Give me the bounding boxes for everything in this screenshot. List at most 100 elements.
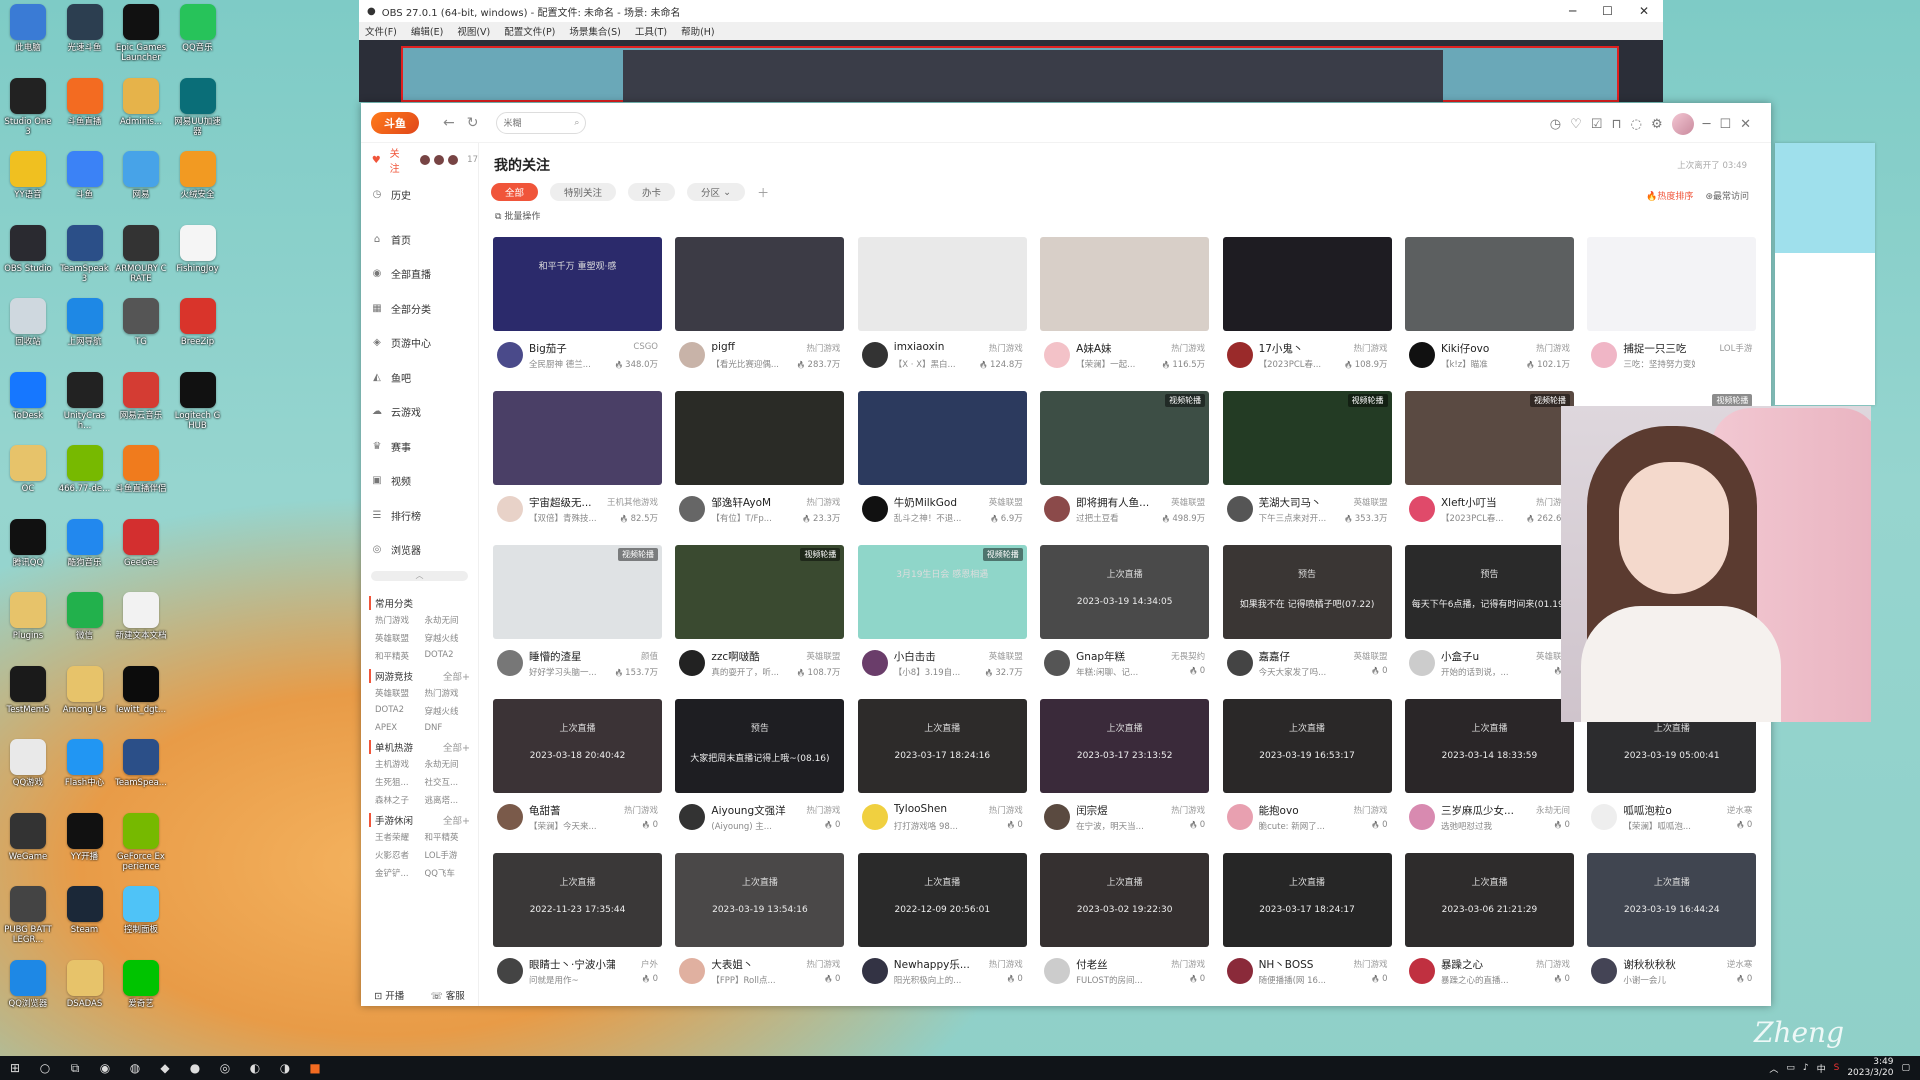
- stream-thumbnail[interactable]: [675, 237, 845, 331]
- streamer-name[interactable]: 呱呱泡粒o: [1623, 803, 1709, 818]
- streamer-avatar[interactable]: [679, 342, 706, 368]
- streamer-name[interactable]: Xleft小叮当: [1441, 495, 1527, 510]
- stream-card[interactable]: 上次直播 2023-03-17 23:13:52 闰宗煜 热门游戏 在宁波，明天当...…: [1040, 699, 1210, 843]
- desktop-icon[interactable]: UnityCrash...: [59, 371, 111, 431]
- desktop-icon[interactable]: 光速斗鱼: [59, 4, 111, 53]
- desktop-icon[interactable]: 斗鱼直播: [59, 77, 111, 127]
- sidebar-collapse-icon[interactable]: ︿: [371, 571, 468, 581]
- stream-card[interactable]: 视频轮播芜湖大司马丶英雄联盟下午三点来对开... 353.3万: [1222, 391, 1392, 535]
- desktop-icon[interactable]: 网易: [115, 151, 167, 200]
- desktop-icon[interactable]: QQ游戏: [2, 739, 54, 788]
- streamer-avatar[interactable]: [861, 342, 888, 368]
- stream-thumbnail[interactable]: [1222, 237, 1392, 331]
- desktop-icon[interactable]: FishingJoy: [172, 224, 224, 274]
- stream-thumbnail[interactable]: 上次直播 2023-03-19 14:34:05: [1040, 545, 1210, 639]
- stream-card[interactable]: 上次直播 2023-03-17 18:24:17 NH丶BOSS 热门游戏 随便播播(网…: [1222, 853, 1392, 997]
- stream-card[interactable]: 牛奶MilkGod 英雄联盟乱斗之神！不退... 6.9万: [857, 391, 1027, 535]
- desktop-icon[interactable]: ToDesk: [2, 371, 54, 421]
- close-icon[interactable]: ✕: [1639, 4, 1649, 18]
- streamer-name[interactable]: 芜湖大司马丶: [1259, 495, 1345, 510]
- stream-thumbnail[interactable]: 上次直播 2023-03-19 13:54:16: [675, 853, 845, 947]
- stream-card[interactable]: 17小鬼丶热门游戏【2023PCL春... 108.9万: [1222, 237, 1392, 381]
- streamer-name[interactable]: 即将拥有人鱼...: [1076, 495, 1162, 510]
- streamer-name[interactable]: 能抱ovo: [1259, 803, 1345, 818]
- category-more-link[interactable]: 全部+: [443, 669, 470, 683]
- sidebar-item-all-live[interactable]: ◉ 全部直播: [361, 257, 478, 292]
- streamer-name[interactable]: 谢秋秋秋秋: [1623, 957, 1709, 972]
- stream-card[interactable]: 上次直播 2023-03-19 16:44:24 谢秋秋秋秋 逆水寒小谢一会儿 0: [1587, 853, 1757, 997]
- desktop-icon[interactable]: 控制面板: [115, 886, 167, 935]
- backpack-icon[interactable]: ⊓: [1611, 117, 1621, 132]
- streamer-avatar[interactable]: [1408, 650, 1435, 676]
- category-link[interactable]: 英雄联盟: [375, 632, 421, 644]
- category-link[interactable]: 火影忍者: [375, 849, 421, 861]
- search-circle-icon[interactable]: ○: [30, 1061, 60, 1075]
- streamer-name[interactable]: 小盒子u: [1441, 649, 1527, 664]
- tray-chevron-icon[interactable]: ︿: [1769, 1062, 1778, 1075]
- stream-thumbnail[interactable]: 上次直播 2023-03-14 18:33:59: [1404, 699, 1574, 793]
- streamer-name[interactable]: A妹A妹: [1076, 341, 1162, 356]
- desktop-icon[interactable]: YY语音: [2, 151, 54, 200]
- stream-thumbnail[interactable]: 视频轮播: [1404, 391, 1574, 485]
- start-icon[interactable]: ⊞: [0, 1061, 30, 1075]
- streamer-name[interactable]: 三岁麻瓜少女...: [1441, 803, 1527, 818]
- sidebar-item-fishbar[interactable]: ◭ 鱼吧: [361, 360, 478, 395]
- category-link[interactable]: 穿越火线: [425, 705, 471, 717]
- category-link[interactable]: 王者荣耀: [375, 831, 421, 843]
- stream-thumbnail[interactable]: 上次直播 2023-03-17 23:13:52: [1040, 699, 1210, 793]
- streamer-avatar[interactable]: [679, 650, 706, 676]
- category-link[interactable]: QQ飞车: [425, 867, 471, 879]
- maximize-icon[interactable]: ☐: [1602, 4, 1613, 18]
- streamer-name[interactable]: 睡懵的渣星: [529, 649, 615, 664]
- desktop-icon[interactable]: TeamSpea...: [115, 739, 167, 788]
- category-link[interactable]: 社交互...: [425, 776, 471, 788]
- desktop-icon[interactable]: WeGame: [2, 812, 54, 862]
- volume-icon[interactable]: ♪: [1803, 1063, 1809, 1073]
- obs-menu-view[interactable]: 视图(V): [457, 24, 490, 38]
- streamer-avatar[interactable]: [497, 342, 523, 368]
- streamer-avatar[interactable]: [861, 804, 888, 830]
- desktop-icon[interactable]: 466.77-de...: [59, 445, 111, 494]
- obs-menu-profile[interactable]: 配置文件(P): [504, 24, 555, 38]
- desktop-icon[interactable]: TeamSpeak 3: [59, 224, 111, 284]
- stream-thumbnail[interactable]: 上次直播 2023-03-17 18:24:16: [857, 699, 1027, 793]
- stream-thumbnail[interactable]: 上次直播 2022-11-23 17:35:44: [493, 853, 662, 947]
- streamer-name[interactable]: Kiki仔ovo: [1441, 341, 1527, 356]
- obs-preview[interactable]: [401, 46, 1619, 102]
- streamer-name[interactable]: Gnap年糕: [1076, 649, 1162, 664]
- streamer-avatar[interactable]: [861, 650, 888, 676]
- desktop-icon[interactable]: 网易UU加速器: [172, 77, 224, 137]
- tab-zone[interactable]: 分区 ⌄: [687, 183, 746, 201]
- category-link[interactable]: DOTA2: [425, 650, 471, 662]
- obs-menu-help[interactable]: 帮助(H): [681, 24, 715, 38]
- desktop-icon[interactable]: 回收站: [2, 298, 54, 347]
- streamer-avatar[interactable]: [861, 496, 888, 522]
- streamer-avatar[interactable]: [679, 804, 706, 830]
- desktop-icon[interactable]: 酷狗音乐: [59, 518, 111, 568]
- category-more-link[interactable]: 全部+: [443, 740, 470, 754]
- settings-gear-icon[interactable]: ⚙: [1651, 117, 1663, 132]
- streamer-avatar[interactable]: [1226, 650, 1253, 676]
- stream-card[interactable]: 视频轮播 Xleft小叮当热门游戏【2023PCL春...262.6万: [1404, 391, 1574, 535]
- streamer-name[interactable]: 付老丝: [1076, 957, 1162, 972]
- desktop-icon[interactable]: TG: [115, 298, 167, 347]
- favorite-heart-icon[interactable]: ♡: [1570, 117, 1582, 132]
- go-live-button[interactable]: ⊡ 开播: [374, 988, 404, 1002]
- search-box[interactable]: ⌕: [496, 111, 587, 134]
- category-link[interactable]: 生死狙...: [375, 776, 421, 788]
- minimize-icon[interactable]: ─: [1569, 4, 1576, 18]
- desktop-icon[interactable]: GeForce Experience: [115, 812, 167, 872]
- streamer-avatar[interactable]: [1408, 496, 1435, 522]
- streamer-avatar[interactable]: [1044, 958, 1071, 984]
- stream-card[interactable]: 预告如果我不在 记得喷橘子吧(07.22) 嘉嘉仔英雄联盟今天大家发了吗... 0: [1222, 545, 1392, 689]
- stream-thumbnail[interactable]: [857, 237, 1027, 331]
- streamer-avatar[interactable]: [1226, 804, 1253, 830]
- category-link[interactable]: 和平精英: [375, 650, 421, 662]
- ime-indicator[interactable]: 中: [1817, 1062, 1826, 1075]
- stream-thumbnail[interactable]: [857, 391, 1027, 485]
- desktop-icon[interactable]: 此电脑: [2, 4, 54, 53]
- stream-thumbnail[interactable]: 预告 如果我不在 记得喷橘子吧(07.22): [1222, 545, 1392, 639]
- desktop-icon[interactable]: ARMOURY CRATE: [115, 224, 167, 284]
- streamer-avatar[interactable]: [497, 804, 523, 830]
- category-link[interactable]: 永劫无间: [425, 614, 471, 626]
